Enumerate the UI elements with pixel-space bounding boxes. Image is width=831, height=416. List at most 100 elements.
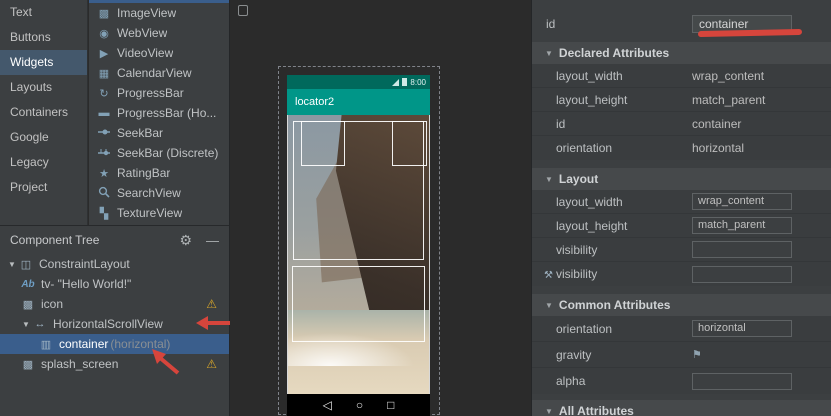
horizontalscrollview-icon: ↔: [32, 318, 48, 330]
palette-category-text[interactable]: Text: [0, 0, 87, 25]
palette-category-project[interactable]: Project: [0, 175, 87, 200]
chevron-down-icon[interactable]: ▼: [20, 320, 32, 329]
nav-recent-icon[interactable]: □: [387, 398, 394, 412]
warning-icon[interactable]: ⚠: [206, 297, 217, 311]
progressbar-horizontal-icon: ▬: [96, 107, 112, 119]
palette-item-imageview[interactable]: ▩ ImageView: [89, 3, 229, 23]
layout-bound-overlay: [292, 266, 425, 342]
palette-item-calendarview[interactable]: ▦ CalendarView: [89, 63, 229, 83]
imageview-icon: ▩: [20, 298, 36, 311]
red-arrow-annotation: [196, 314, 234, 332]
chevron-down-icon[interactable]: ▼: [545, 175, 553, 184]
palette-item-label: CalendarView: [117, 66, 192, 80]
device-status-bar: 8:00: [287, 75, 430, 89]
palette-category-containers[interactable]: Containers: [0, 100, 87, 125]
seekbar-discrete-icon: [96, 147, 112, 160]
alpha-field[interactable]: [692, 373, 792, 390]
attribute-row[interactable]: orientation horizontal: [532, 136, 831, 160]
palette-item-label: SearchView: [117, 186, 181, 200]
attribute-value[interactable]: container: [692, 117, 741, 131]
attribute-row[interactable]: layout_height match_parent: [532, 214, 831, 238]
palette-item-textureview[interactable]: ▚ TextureView: [89, 203, 229, 223]
gear-icon[interactable]: ⚙: [179, 232, 192, 249]
palette-item-videoview[interactable]: ▶ VideoView: [89, 43, 229, 63]
attribute-row[interactable]: ⚒visibility: [532, 262, 831, 286]
app-bar: locator2: [287, 89, 430, 115]
red-arrow-annotation: [148, 347, 182, 377]
palette-item-label: ImageView: [117, 6, 176, 20]
nav-back-icon[interactable]: ◁: [323, 398, 332, 412]
palette-item-progressbar[interactable]: ↻ ProgressBar: [89, 83, 229, 103]
attribute-row[interactable]: gravity ⚑: [532, 342, 831, 368]
seekbar-icon: [96, 127, 112, 140]
palette-category-widgets[interactable]: Widgets: [0, 50, 87, 75]
palette-categories: Text Buttons Widgets Layouts Containers …: [0, 0, 88, 225]
attribute-value[interactable]: wrap_content: [692, 69, 764, 83]
visibility-field[interactable]: [692, 241, 792, 258]
orientation-field[interactable]: horizontal: [692, 320, 792, 337]
textureview-icon: ▚: [96, 207, 112, 220]
palette-category-legacy[interactable]: Legacy: [0, 150, 87, 175]
linearlayout-horizontal-icon: ▥: [38, 338, 54, 351]
canvas-file-icon: [238, 5, 248, 16]
section-declared-attributes[interactable]: ▼ Declared Attributes: [532, 42, 831, 64]
tools-visibility-field[interactable]: [692, 266, 792, 283]
design-canvas[interactable]: 8:00 locator2 ◁ ○ □: [230, 0, 531, 416]
palette-item-seekbar-discrete[interactable]: SeekBar (Discrete): [89, 143, 229, 163]
palette-item-progressbar-horizontal[interactable]: ▬ ProgressBar (Ho...: [89, 103, 229, 123]
palette-category-google[interactable]: Google: [0, 125, 87, 150]
section-common-attributes[interactable]: ▼ Common Attributes: [532, 294, 831, 316]
nav-home-icon[interactable]: ○: [356, 398, 363, 412]
layout-width-field[interactable]: wrap_content: [692, 193, 792, 210]
attribute-row[interactable]: visibility: [532, 238, 831, 262]
progressbar-icon: ↻: [96, 87, 112, 100]
section-layout[interactable]: ▼ Layout: [532, 168, 831, 190]
chevron-down-icon[interactable]: ▼: [6, 260, 18, 269]
palette-category-layouts[interactable]: Layouts: [0, 75, 87, 100]
ratingbar-icon: ★: [96, 167, 112, 180]
device-nav-bar: ◁ ○ □: [287, 394, 430, 416]
chevron-down-icon[interactable]: ▼: [545, 301, 553, 310]
tree-item-container[interactable]: ▥ container (horizontal): [0, 334, 229, 354]
attribute-row[interactable]: layout_height match_parent: [532, 88, 831, 112]
attribute-row[interactable]: id container: [532, 112, 831, 136]
palette-category-buttons[interactable]: Buttons: [0, 25, 87, 50]
tree-item-splash-screen[interactable]: ▩ splash_screen ⚠: [0, 354, 229, 374]
chevron-down-icon[interactable]: ▼: [545, 407, 553, 416]
imageview-icon: ▩: [20, 358, 36, 371]
component-tree-title: Component Tree: [10, 233, 99, 247]
attribute-row[interactable]: layout_width wrap_content: [532, 190, 831, 214]
attribute-row[interactable]: orientation horizontal: [532, 316, 831, 342]
palette-item-webview[interactable]: ◉ WebView: [89, 23, 229, 43]
palette-item-label: WebView: [117, 26, 167, 40]
palette-item-label: SeekBar (Discrete): [117, 146, 218, 160]
chevron-down-icon[interactable]: ▼: [545, 49, 553, 58]
tree-item-horizontalscrollview[interactable]: ▼ ↔ HorizontalScrollView: [0, 314, 229, 334]
status-time: 8:00: [410, 78, 426, 87]
warning-icon[interactable]: ⚠: [206, 357, 217, 371]
webview-icon: ◉: [96, 27, 112, 40]
palette-item-searchview[interactable]: SearchView: [89, 183, 229, 203]
attribute-row[interactable]: layout_width wrap_content: [532, 64, 831, 88]
minimize-icon[interactable]: —: [206, 233, 219, 248]
layout-height-field[interactable]: match_parent: [692, 217, 792, 234]
textview-icon: Ab: [20, 279, 36, 290]
palette-item-ratingbar[interactable]: ★ RatingBar: [89, 163, 229, 183]
palette-item-label: RatingBar: [117, 166, 170, 180]
tree-item-icon[interactable]: ▩ icon ⚠: [0, 294, 229, 314]
tree-item-textview[interactable]: Ab tv- "Hello World!": [0, 274, 229, 294]
section-all-attributes[interactable]: ▼ All Attributes: [532, 400, 831, 416]
palette-widget-list: ▩ ImageView ◉ WebView ▶ VideoView ▦ Cale…: [89, 0, 230, 225]
tree-item-constraintlayout[interactable]: ▼ ◫ ConstraintLayout: [0, 254, 229, 274]
device-preview[interactable]: 8:00 locator2 ◁ ○ □: [287, 75, 430, 416]
wrench-icon: ⚒: [544, 270, 553, 281]
attribute-value[interactable]: horizontal: [692, 141, 744, 155]
attributes-panel: id container ▼ Declared Attributes layou…: [531, 0, 831, 416]
attribute-value[interactable]: match_parent: [692, 93, 765, 107]
palette-item-label: VideoView: [117, 46, 173, 60]
attribute-row[interactable]: alpha: [532, 368, 831, 394]
device-content[interactable]: [287, 115, 430, 394]
flag-icon[interactable]: ⚑: [692, 348, 702, 361]
palette-item-seekbar[interactable]: SeekBar: [89, 123, 229, 143]
layout-bound-overlay: [392, 121, 427, 166]
